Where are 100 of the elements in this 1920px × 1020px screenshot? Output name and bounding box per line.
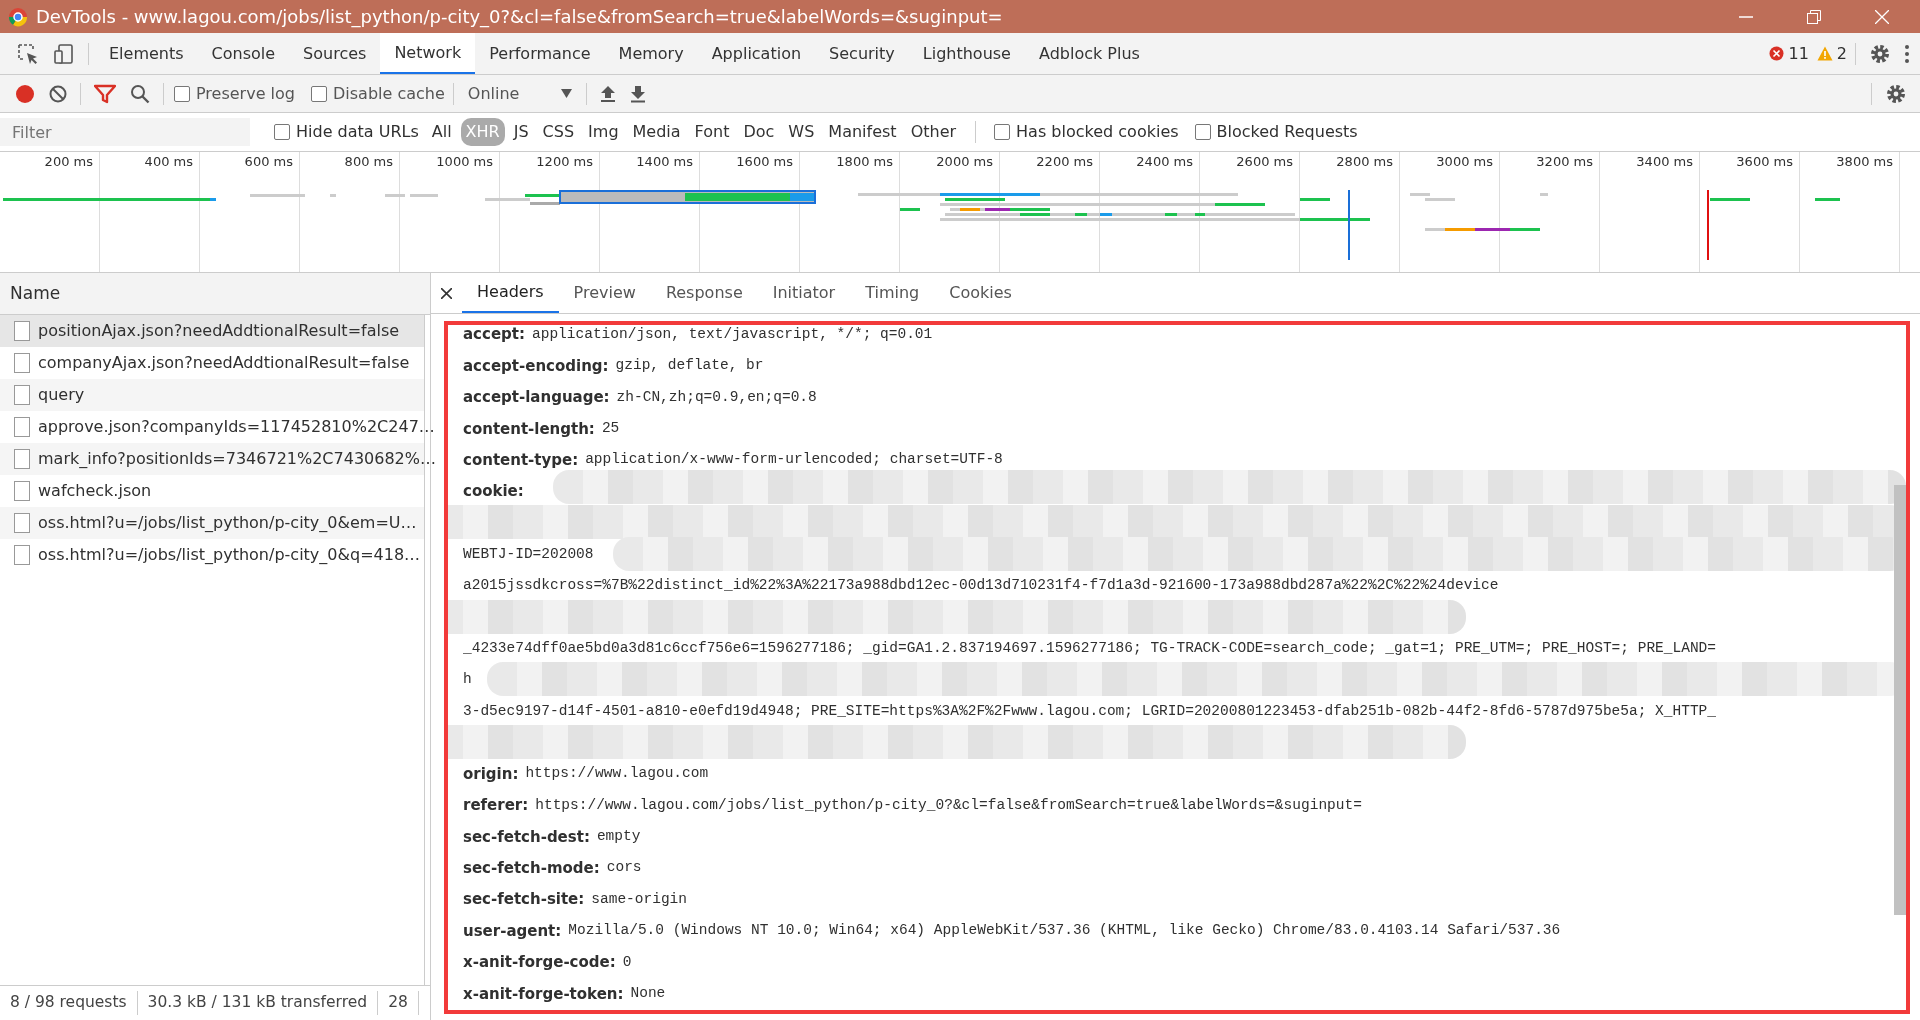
header-name: accept-encoding: [463,355,609,377]
header-value: gzip, deflate, br [615,356,764,376]
tick-label: 1200 ms [536,154,593,169]
error-icon [1769,46,1785,61]
status-text: 28 [378,991,419,1015]
column-header[interactable]: Name [0,273,430,315]
throttling-dropdown[interactable]: Online [459,81,580,106]
tick-label: 2600 ms [1236,154,1293,169]
request-name: positionAjax.json?needAddtionalResult=false [38,320,400,342]
type-filter[interactable]: CSS [537,118,580,146]
request-name: approve.json?companyIds=117452810%2C247… [38,416,435,438]
detail-tab[interactable]: Timing [850,273,935,313]
panel-tab[interactable]: Sources [289,33,381,74]
status-text: 30.3 kB / 131 kB transferred [137,991,379,1015]
file-icon [14,513,30,533]
type-filter[interactable]: JS [508,118,534,146]
header-name: sec-fetch-mode: [463,858,600,880]
request-name: companyAjax.json?needAddtionalResult=false [38,352,410,374]
close-icon [1875,9,1889,24]
tick-label: 3400 ms [1636,154,1693,169]
detail-tab[interactable]: Response [650,273,758,313]
header-name: sec-fetch-dest: [463,826,590,848]
tick-label: 200 ms [44,154,93,169]
request-row[interactable]: oss.html?u=/jobs/list_python/p-city_0&q=418… [0,539,424,571]
cookie-text: WEBTJ-ID=202008 [463,544,594,564]
type-filter[interactable]: Manifest [823,118,902,146]
type-filter[interactable]: Font [689,118,735,146]
request-row[interactable]: query [0,379,424,411]
tick-label: 1600 ms [736,154,793,169]
header-value: empty [596,827,641,847]
panel-tab[interactable]: Console [197,33,290,74]
panel-tab[interactable]: Adblock Plus [1024,33,1154,74]
warning-count: 2 [1836,42,1847,65]
panel-tab[interactable]: Elements [95,33,198,74]
header-name: cookie: [463,481,524,503]
type-filter[interactable]: All [426,118,457,146]
request-name: oss.html?u=/jobs/list_python/p-city_0&q=418… [38,544,421,566]
header-value: Mozilla/5.0 (Windows NT 10.0; Win64; x64) AppleWebKit/537.36 (KHTML, like Gecko) Chrome/83.0.4103.14 Safari/537.36 [568,921,1561,941]
header-value: cors [606,858,642,878]
request-name: oss.html?u=/jobs/list_python/p-city_0&em=U… [38,512,417,534]
panel-tab[interactable]: Network [380,33,476,74]
header-value: 25 [601,419,620,438]
tick-label: 1800 ms [836,154,893,169]
tick-label: 3000 ms [1436,154,1493,169]
file-icon [14,481,30,501]
tick-label: 2800 ms [1336,154,1393,169]
header-value: zh-CN,zh;q=0.9,en;q=0.8 [616,387,817,407]
header-value: None [630,984,666,1003]
header-value: application/json, text/javascript, */*; q=0.01 [532,325,933,344]
checkbox-label: Has blocked cookies [1016,121,1179,143]
request-row[interactable]: wafcheck.json [0,475,424,507]
header-value: 0 [622,952,632,972]
tick-label: 600 ms [244,154,293,169]
checkbox[interactable] [174,85,190,102]
tick-label: 1400 ms [636,154,693,169]
cookie-text: a2015jssdkcross=%7B%22distinct_id%22%3A%22173a988dbd12ec-00d13d710231f4-f7d1a3d-921600-173a988dbd287a%22%2C%22%24device [463,575,1499,595]
file-icon [14,321,30,341]
checkbox[interactable] [994,124,1011,140]
type-filter[interactable]: Other [905,118,962,146]
request-row[interactable]: companyAjax.json?needAddtionalResult=false [0,347,424,379]
type-filter[interactable]: WS [783,118,820,146]
filter-field[interactable]: Filter [0,118,250,146]
minimize-icon [1739,15,1753,18]
tick-label: 2000 ms [936,154,993,169]
header-value: https://www.lagou.com/jobs/list_python/p-city_0?&cl=false&fromSearch=true&labelWords=&suginput= [535,795,1362,815]
file-icon [14,385,30,405]
scrollbar[interactable] [1894,485,1906,915]
panel-tab[interactable]: Lighthouse [908,33,1025,74]
checkbox-label: Hide data URLs [296,121,419,143]
detail-tab[interactable]: Initiator [757,273,851,313]
file-icon [14,545,30,565]
tick-label: 3200 ms [1536,154,1593,169]
cookie-text: h [463,670,472,690]
header-name: accept: [463,325,525,346]
request-row[interactable]: positionAjax.json?needAddtionalResult=false [0,315,424,347]
header-value: https://www.lagou.com [525,764,709,784]
tick-label: 800 ms [344,154,393,169]
tick-label: 2400 ms [1136,154,1193,169]
type-filter[interactable]: Img [583,118,624,146]
panel-tab[interactable]: Performance [475,33,605,74]
checkbox[interactable] [311,85,327,102]
request-name: mark_info?positionIds=7346721%2C7430682%… [38,448,436,470]
checkbox-label: Preserve log [196,82,295,105]
panel-tab[interactable]: Memory [604,33,698,74]
detail-tab[interactable]: Preview [558,273,651,313]
detail-tab[interactable]: Headers [462,273,559,313]
checkbox[interactable] [274,124,290,140]
panel-tab[interactable]: Application [697,33,816,74]
header-name: referer: [463,795,529,817]
tick-label: 1000 ms [436,154,493,169]
panel-tab[interactable]: Security [815,33,909,74]
type-filter[interactable]: Media [627,118,686,146]
type-filter[interactable]: Doc [738,118,780,146]
header-name: user-agent: [463,920,562,942]
request-row[interactable]: oss.html?u=/jobs/list_python/p-city_0&em=U… [0,507,424,539]
detail-tab[interactable]: Cookies [934,273,1027,313]
header-name: accept-language: [463,387,610,409]
checkbox[interactable] [1194,124,1211,140]
header-name: x-anit-forge-token: [463,983,624,1005]
tick-label: 3800 ms [1836,154,1893,169]
